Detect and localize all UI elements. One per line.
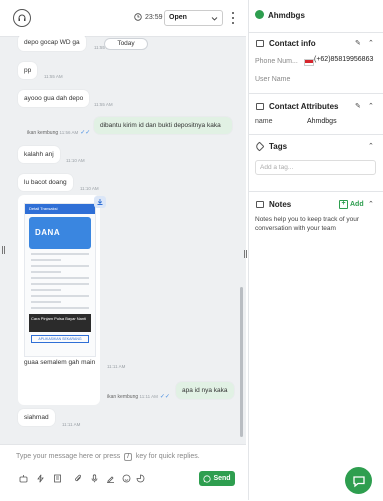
microphone-icon[interactable] (89, 473, 99, 483)
message-bubble: pp (18, 62, 38, 79)
divider (249, 191, 383, 192)
attached-image[interactable]: Detail Transaksi DANA Cara Pinjam Pulsa … (24, 203, 96, 357)
message-time: 11:11 AM (107, 364, 126, 369)
message-bubble-outgoing: dibantu kirim id dan bukti depositnya ka… (94, 117, 232, 134)
message-bubble: lu bacot doang (18, 174, 73, 191)
image-banner: Cara Pinjam Pulsa Bayar Nanti (29, 314, 91, 332)
message-scrollbar[interactable] (240, 287, 243, 437)
message-composer: Type your message here or press / key fo… (0, 444, 246, 501)
send-label: Send (213, 475, 231, 482)
message-time: 11:55 AM (94, 102, 113, 107)
session-timer: 23:59 (134, 13, 163, 21)
message-bubble-outgoing: apa id nya kaka (176, 382, 234, 399)
divider (249, 134, 383, 135)
shortcut-key: / (124, 453, 132, 461)
chevron-down-icon (211, 17, 218, 21)
read-ticks-icon: ✓✓ (159, 394, 170, 400)
notes-title[interactable]: Notes (269, 200, 291, 209)
chevron-up-icon[interactable]: ⌃ (368, 142, 374, 150)
image-app-title: Detail Transaksi (25, 204, 95, 214)
add-note-label: Add (350, 201, 364, 208)
emoji-icon[interactable] (121, 473, 131, 483)
chevron-up-icon[interactable]: ⌃ (368, 39, 374, 47)
contact-avatar (255, 10, 264, 19)
contact-header: Ahmdbgs (249, 0, 383, 33)
read-ticks-icon: ✓✓ (80, 130, 91, 136)
chevron-up-icon[interactable]: ⌃ (368, 102, 374, 110)
headset-icon[interactable] (13, 9, 31, 27)
sticker-icon[interactable] (135, 473, 145, 483)
chat-bubble-icon (352, 475, 365, 487)
phone-value: (+62)85819956863 (314, 56, 374, 63)
send-button[interactable]: Send (199, 471, 235, 486)
image-caption: guaa semalem gah main (24, 359, 96, 366)
message-time: 11:11 AM (62, 422, 81, 427)
left-panel-resize-handle[interactable] (2, 246, 6, 254)
date-separator: Today (104, 38, 148, 50)
message-input[interactable]: Type your message here or press / key fo… (16, 453, 200, 461)
message-sender: ikan kembung 11:56 AM ✓✓ (27, 130, 91, 136)
image-message[interactable]: Detail Transaksi DANA Cara Pinjam Pulsa … (18, 195, 100, 405)
message-bubble: siahmad (18, 409, 55, 426)
whatsapp-icon (203, 474, 212, 483)
message-bubble: ayooo gua dah depo (18, 90, 90, 107)
chevron-up-icon[interactable]: ⌃ (368, 200, 374, 208)
tag-input[interactable]: Add a tag... (255, 160, 376, 175)
message-list: depo gocap WD ga 11:55 AM Today pp 11:55… (0, 36, 246, 444)
attribute-name-value: Ahmdbgs (307, 118, 337, 125)
flag-icon (304, 59, 314, 66)
message-time: 11:55 AM (44, 74, 63, 79)
message-time: 11:10 AM (80, 186, 99, 191)
template-icon[interactable] (52, 473, 62, 483)
contact-card-icon (256, 40, 264, 47)
contact-attributes-title[interactable]: Contact Attributes (269, 102, 338, 111)
chat-panel: 23:59 Open depo gocap WD ga 11:55 AM Tod… (0, 0, 246, 501)
image-cta: APLIKASIKAN SEKARANG (31, 335, 89, 343)
username-label: User Name (255, 76, 291, 83)
contact-name: Ahmdbgs (268, 11, 305, 20)
download-icon[interactable] (94, 196, 106, 208)
message-sender: ikan kembung 11:11 AM ✓✓ (107, 394, 170, 400)
chat-support-button[interactable] (345, 467, 372, 494)
clock-icon (134, 13, 142, 21)
contact-sidebar: Ahmdbgs Contact info ✎ ⌃ Phone Num... (+… (248, 0, 383, 500)
bot-icon[interactable] (18, 473, 28, 483)
timer-value: 23:59 (145, 13, 163, 21)
status-value: Open (169, 14, 187, 21)
status-dropdown[interactable]: Open (164, 10, 223, 26)
message-time: 11:10 AM (66, 158, 85, 163)
notes-icon (256, 201, 264, 208)
edit-icon[interactable]: ✎ (355, 102, 361, 110)
plus-icon: + (339, 200, 348, 209)
divider (249, 93, 383, 94)
attachment-icon[interactable] (73, 473, 83, 483)
sign-icon[interactable] (105, 473, 115, 483)
attribute-name-label: name (255, 118, 273, 125)
phone-label: Phone Num... (255, 58, 298, 65)
contact-info-title[interactable]: Contact info (269, 39, 316, 48)
more-options-icon[interactable] (231, 12, 235, 24)
notes-description: Notes help you to keep track of your con… (255, 216, 360, 232)
tags-title[interactable]: Tags (269, 142, 287, 151)
lightning-icon[interactable] (35, 473, 45, 483)
dana-logo: DANA (35, 228, 61, 237)
attributes-icon (256, 103, 264, 110)
message-bubble: depo gocap WD ga (18, 36, 86, 51)
tag-icon (254, 141, 265, 152)
edit-icon[interactable]: ✎ (355, 39, 361, 47)
message-bubble: kalahh anj (18, 146, 60, 163)
image-dana-card: DANA (29, 217, 91, 249)
chat-topbar: 23:59 Open (0, 0, 246, 37)
add-note-button[interactable]: + Add (339, 200, 364, 209)
